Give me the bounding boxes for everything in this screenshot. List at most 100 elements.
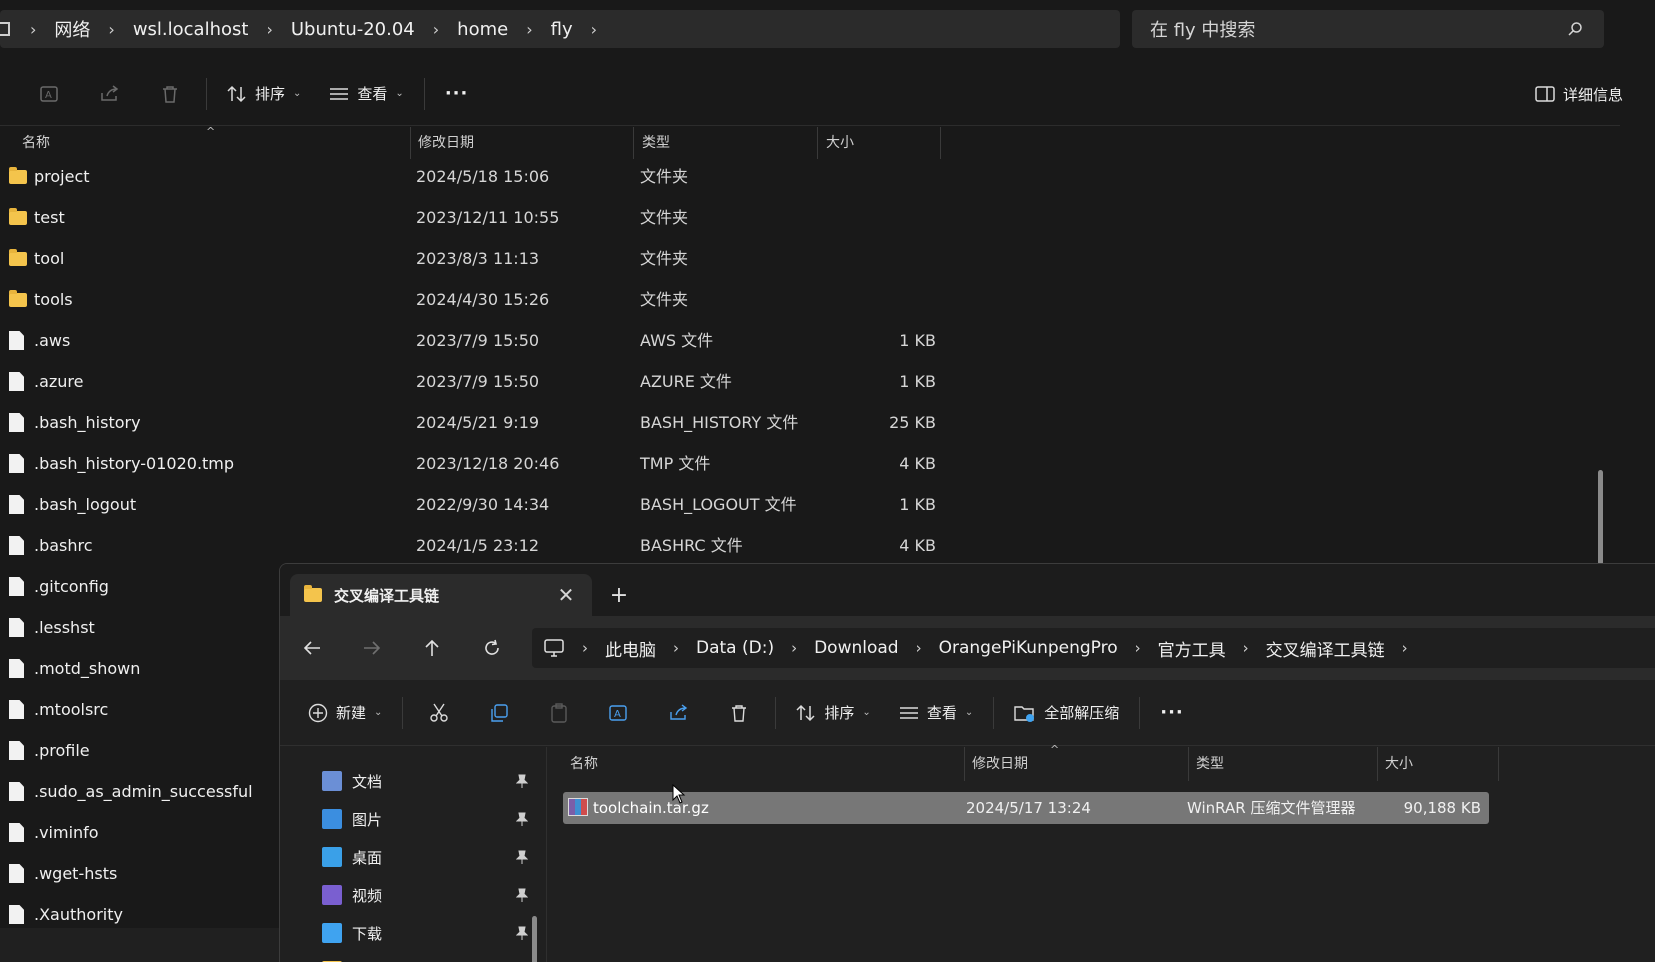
view-button[interactable]: 查看 ⌄ <box>315 74 417 114</box>
breadcrumb-separator-icon[interactable]: › <box>260 20 278 39</box>
search-input[interactable]: 在 fly 中搜索 <box>1150 16 1564 42</box>
rename-icon[interactable]: A <box>589 693 649 733</box>
column-divider[interactable] <box>633 127 634 159</box>
file-row[interactable]: .aws 2023/7/9 15:50 AWS 文件 1 KB <box>0 320 1000 361</box>
column-divider[interactable] <box>1498 747 1499 781</box>
pin-icon[interactable] <box>514 925 530 941</box>
share-icon[interactable] <box>649 693 709 733</box>
refresh-icon[interactable] <box>474 630 510 666</box>
file-row[interactable]: .bash_history-01020.tmp 2023/12/18 20:46 T… <box>0 443 1000 484</box>
breadcrumb-item-home[interactable]: home <box>445 19 520 40</box>
breadcrumb-separator-icon[interactable]: › <box>24 20 42 39</box>
delete-icon[interactable] <box>709 693 769 733</box>
column-name[interactable]: 名称 <box>22 127 50 159</box>
tab-active[interactable]: 交叉编译工具链 ✕ <box>290 574 592 616</box>
view-button[interactable]: 查看 ⌄ <box>885 693 987 733</box>
breadcrumb-item-data-d[interactable]: Data (D:) <box>685 638 785 658</box>
column-divider[interactable] <box>1188 747 1189 781</box>
sort-button[interactable]: 排序 ⌄ <box>782 693 884 733</box>
breadcrumb-separator-icon[interactable]: › <box>1237 639 1255 657</box>
breadcrumb-separator-icon[interactable]: › <box>1396 639 1414 657</box>
cut-icon[interactable] <box>0 74 20 114</box>
new-tab-button[interactable]: + <box>602 578 636 612</box>
back-arrow-icon[interactable] <box>294 630 330 666</box>
breadcrumb-item-network[interactable]: 网络 <box>42 16 102 42</box>
breadcrumb-separator-icon[interactable]: › <box>1129 639 1147 657</box>
this-pc-icon[interactable] <box>532 639 576 657</box>
sort-button[interactable]: 排序 ⌄ <box>213 74 315 114</box>
rename-icon[interactable]: A <box>20 74 80 114</box>
extract-all-button[interactable]: 全部解压缩 <box>1000 693 1133 733</box>
file-row[interactable]: tools 2024/4/30 15:26 文件夹 <box>0 279 1000 320</box>
file-row[interactable]: .bash_logout 2022/9/30 14:34 BASH_LOGOUT 文… <box>0 484 1000 525</box>
more-options-button[interactable]: ··· <box>1146 693 1198 733</box>
breadcrumb-item-download[interactable]: Download <box>803 638 910 658</box>
breadcrumb-separator-icon[interactable]: › <box>585 20 603 39</box>
file-row[interactable]: tool 2023/8/3 11:13 文件夹 <box>0 238 1000 279</box>
breadcrumb-separator-icon[interactable]: › <box>667 639 685 657</box>
column-size[interactable]: 大小 <box>1385 747 1413 781</box>
column-type[interactable]: 类型 <box>1196 747 1224 781</box>
breadcrumb-separator-icon[interactable]: › <box>785 639 803 657</box>
column-divider[interactable] <box>940 127 941 159</box>
view-label: 查看 <box>926 704 957 722</box>
breadcrumb-separator-icon[interactable]: › <box>520 20 538 39</box>
breadcrumb-separator-icon[interactable]: › <box>910 639 928 657</box>
breadcrumb-separator-icon[interactable]: › <box>576 639 594 657</box>
navigation-pane-scrollbar[interactable] <box>532 916 537 962</box>
column-date[interactable]: 修改日期 <box>418 127 474 159</box>
up-arrow-icon[interactable] <box>414 630 450 666</box>
nav-item[interactable]: 下载 <box>322 913 530 953</box>
column-divider[interactable] <box>1377 747 1378 781</box>
address-bar[interactable]: › 此电脑 › Data (D:) › Download › OrangePiK… <box>532 628 1655 668</box>
file-row[interactable]: .bash_history 2024/5/21 9:19 BASH_HISTORY … <box>0 402 1000 443</box>
pin-icon[interactable] <box>514 887 530 903</box>
column-name[interactable]: 名称 <box>570 747 598 781</box>
details-pane-button[interactable]: 详细信息 <box>1535 62 1623 126</box>
copy-icon[interactable] <box>469 693 529 733</box>
file-row-selected[interactable]: toolchain.tar.gz 2024/5/17 13:24 WinRAR … <box>563 792 1489 824</box>
delete-icon[interactable] <box>140 74 200 114</box>
paste-icon[interactable] <box>529 693 589 733</box>
column-divider[interactable] <box>964 747 965 781</box>
this-pc-icon[interactable] <box>0 22 10 36</box>
nav-item[interactable]: 桌面 <box>322 837 530 877</box>
nav-item[interactable]: 文档 <box>322 761 530 801</box>
pin-icon[interactable] <box>514 773 530 789</box>
close-tab-icon[interactable]: ✕ <box>554 583 578 607</box>
file-row[interactable]: project 2024/5/18 15:06 文件夹 <box>0 156 1000 197</box>
breadcrumb-item-wsl[interactable]: wsl.localhost <box>121 19 261 40</box>
pin-icon[interactable] <box>514 811 530 827</box>
file-row[interactable]: .bashrc 2024/1/5 23:12 BASHRC 文件 4 KB <box>0 525 1000 566</box>
breadcrumb-item-orangepi[interactable]: OrangePiKunpengPro <box>928 638 1129 658</box>
share-icon[interactable] <box>80 74 140 114</box>
forward-arrow-icon[interactable] <box>354 630 390 666</box>
breadcrumb-item-ubuntu[interactable]: Ubuntu-20.04 <box>279 19 427 40</box>
file-row[interactable]: .azure 2023/7/9 15:50 AZURE 文件 1 KB <box>0 361 1000 402</box>
nav-item[interactable]: config <box>322 951 530 962</box>
breadcrumb-item-fly[interactable]: fly <box>539 19 585 40</box>
column-divider[interactable] <box>817 127 818 159</box>
scrollbar[interactable] <box>1598 470 1603 565</box>
cut-icon[interactable] <box>409 693 469 733</box>
breadcrumb-separator-icon[interactable]: › <box>102 20 120 39</box>
column-divider[interactable] <box>410 127 411 159</box>
breadcrumb-item-toolchain[interactable]: 交叉编译工具链 <box>1255 636 1396 661</box>
nav-item[interactable]: 图片 <box>322 799 530 839</box>
address-bar[interactable]: › 网络 › wsl.localhost › Ubuntu-20.04 › ho… <box>0 10 1120 48</box>
pin-icon[interactable] <box>514 849 530 865</box>
breadcrumb-item-official-tools[interactable]: 官方工具 <box>1147 636 1237 661</box>
nav-item[interactable]: 视频 <box>322 875 530 915</box>
column-type[interactable]: 类型 <box>642 127 670 159</box>
search-icon[interactable] <box>1564 18 1586 40</box>
file-name: project <box>34 167 90 186</box>
breadcrumb-item-this-pc[interactable]: 此电脑 <box>594 636 667 661</box>
column-size[interactable]: 大小 <box>826 127 854 159</box>
breadcrumb-separator-icon[interactable]: › <box>427 20 445 39</box>
more-options-button[interactable]: ··· <box>431 74 483 114</box>
file-row[interactable]: test 2023/12/11 10:55 文件夹 <box>0 197 1000 238</box>
new-button[interactable]: 新建 ⌄ <box>294 693 396 733</box>
column-date[interactable]: 修改日期 <box>972 747 1028 781</box>
file-icon <box>9 659 24 678</box>
search-box[interactable]: 在 fly 中搜索 <box>1132 10 1604 48</box>
